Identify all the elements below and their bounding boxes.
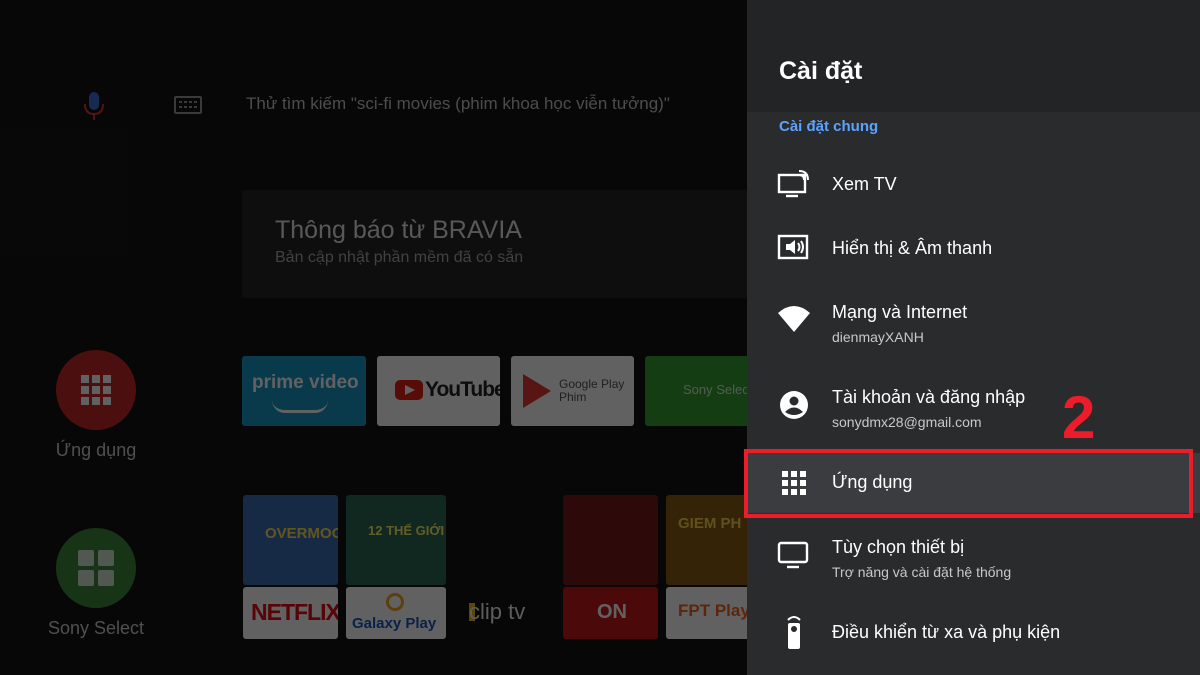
apps-grid-icon[interactable] <box>56 350 136 430</box>
app-tile-youtube[interactable]: YouTube <box>377 356 500 426</box>
youtube-logo-icon <box>395 380 423 400</box>
keyboard-icon[interactable] <box>174 96 202 114</box>
settings-item-label: Mạng và Internet <box>832 302 968 322</box>
app-tile-label: Sony Select <box>683 382 747 397</box>
settings-item-label: Tài khoản và đăng nhập <box>832 387 1026 407</box>
poster-tile[interactable]: GIEM PH <box>666 495 747 585</box>
notification-card[interactable]: Thông báo từ BRAVIA Bản cập nhật phần mề… <box>242 190 747 298</box>
poster-tile[interactable]: 12 THẾ GIỚI <box>346 495 446 585</box>
app-tile-clip-tv[interactable]: clip tv <box>455 587 555 639</box>
poster-text: 12 THẾ GIỚI <box>368 523 445 538</box>
highlight-box <box>744 449 1193 518</box>
step-number: 2 <box>1062 384 1096 451</box>
settings-item-display-sound[interactable]: Hiển thị & Âm thanh <box>747 220 1200 276</box>
settings-item-device-preferences[interactable]: Tùy chọn thiết bị Trợ năng và cài đặt hệ… <box>747 526 1200 582</box>
settings-title: Cài đặt <box>779 57 863 85</box>
settings-item-account[interactable]: Tài khoản và đăng nhập sonydmx28@gmail.c… <box>747 376 1200 432</box>
app-tile-sony-select[interactable]: Sony Select <box>645 356 747 426</box>
poster-tile[interactable] <box>563 495 658 585</box>
app-tile-fpt-play[interactable]: FPT Play <box>666 587 747 639</box>
app-tile-label: prime video <box>252 372 359 393</box>
settings-item-sublabel: sonydmx28@gmail.com <box>832 414 982 430</box>
settings-item-sublabel: Trợ năng và cài đặt hệ thống <box>832 564 1012 580</box>
app-tile-label: NETFLIX <box>251 599 338 625</box>
settings-panel: Cài đặt Cài đặt chung Xem TV Hiển thị & … <box>747 0 1200 675</box>
galaxy-play-logo-icon <box>386 593 404 611</box>
poster-text: OVERMOON <box>265 525 338 542</box>
app-tile-netflix[interactable]: NETFLIX <box>243 587 338 639</box>
sony-select-icon[interactable] <box>56 528 136 608</box>
notification-subtitle: Bản cập nhật phần mềm đã có sẵn <box>275 249 524 266</box>
app-tile-sublabel: Phim <box>559 390 587 404</box>
settings-item-label: Tùy chọn thiết bị <box>832 537 965 557</box>
app-tile-label: clip tv <box>469 599 526 624</box>
microphone-icon[interactable] <box>80 90 108 122</box>
remote-icon <box>787 616 801 649</box>
google-play-icon <box>523 374 551 408</box>
tv-cast-icon <box>777 170 809 198</box>
device-monitor-icon <box>777 541 809 569</box>
app-tile-label: YouTube <box>425 378 500 401</box>
home-screen: Thử tìm kiếm "sci-fi movies (phim khoa h… <box>0 0 747 675</box>
settings-item-remote-accessories[interactable]: Điều khiển từ xa và phụ kiện <box>747 604 1200 660</box>
settings-header: Cài đặt <box>747 0 1200 112</box>
app-tile-label: Galaxy Play <box>352 615 437 632</box>
display-sound-icon <box>777 234 809 260</box>
poster-tile[interactable]: OVERMOON <box>243 495 338 585</box>
app-tile-google-play[interactable]: Google Play Phim <box>511 356 634 426</box>
sidebar-sony-select-label: Sony Select <box>47 618 145 638</box>
search-hint[interactable]: Thử tìm kiếm "sci-fi movies (phim khoa h… <box>246 94 670 114</box>
sidebar-apps-label: Ứng dụng <box>55 440 137 460</box>
app-tile-label: Google Play <box>559 377 625 391</box>
settings-item-label: Điều khiển từ xa và phụ kiện <box>832 622 1061 642</box>
app-tile-label: ON <box>597 601 627 623</box>
poster-text: GIEM PH <box>678 515 742 532</box>
wifi-icon <box>778 306 810 332</box>
settings-item-sublabel: dienmayXANH <box>832 329 924 345</box>
section-general-settings: Cài đặt chung <box>779 118 879 135</box>
notification-title: Thông báo từ BRAVIA <box>275 216 522 244</box>
app-tile-prime-video[interactable]: prime video <box>242 356 366 426</box>
settings-item-label: Xem TV <box>832 174 897 194</box>
settings-item-network[interactable]: Mạng và Internet dienmayXANH <box>747 290 1200 346</box>
app-tile-galaxy-play[interactable]: Galaxy Play <box>346 587 446 639</box>
account-icon <box>780 391 808 419</box>
app-tile-on[interactable]: ON <box>563 587 658 639</box>
app-tile-label: FPT Play <box>678 601 747 620</box>
settings-item-label: Hiển thị & Âm thanh <box>832 238 993 258</box>
settings-item-watch-tv[interactable]: Xem TV <box>747 156 1200 212</box>
